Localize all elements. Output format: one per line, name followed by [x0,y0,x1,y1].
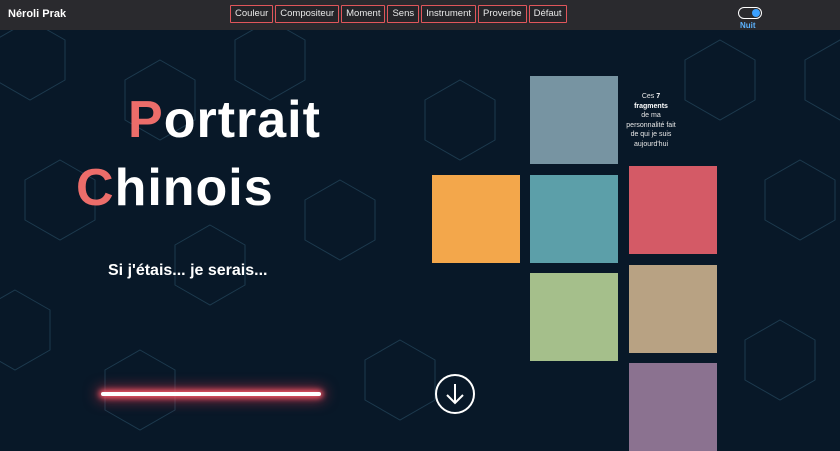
fragment-tile-orange[interactable] [432,175,520,263]
fragment-tile-red[interactable] [629,166,717,254]
title-initial-c: C [76,159,115,217]
glowing-underline [101,392,321,396]
nav-button-compositeur[interactable]: Compositeur [275,5,340,23]
category-nav: Couleur Compositeur Moment Sens Instrume… [230,5,567,23]
caption-fragments-word: fragments [634,102,668,110]
top-navigation-bar: Néroli Prak Couleur Compositeur Moment S… [0,0,840,30]
caption-count: 7 [656,93,661,100]
fragment-tile-teal[interactable] [530,175,618,263]
nav-button-couleur[interactable]: Couleur [230,5,274,23]
title-rest-portrait: ortrait [163,91,321,149]
night-mode-toggle[interactable] [738,7,762,19]
fragments-caption: Ces 7 fragments de ma personnalité fait … [626,92,676,149]
fragment-tile-slate[interactable] [530,76,618,164]
caption-rest: de ma personnalité fait de qui je suis a… [626,112,676,148]
nav-button-defaut[interactable]: Défaut [528,5,567,23]
hero-subtitle: Si j'étais... je serais... [108,262,268,279]
nav-button-sens[interactable]: Sens [387,5,420,23]
fragment-tile-mauve[interactable] [629,363,717,451]
fragment-tile-tan[interactable] [629,265,717,353]
caption-prefix: Ces [641,93,655,100]
toggle-knob [752,8,760,17]
nav-button-instrument[interactable]: Instrument [421,5,477,23]
night-mode-label: Nuit [740,21,756,30]
title-rest-chinois: hinois [114,159,274,217]
title-initial-p: P [128,91,164,149]
brand-name[interactable]: Néroli Prak [8,8,66,20]
title-line-portrait: Portrait [128,94,321,146]
nav-button-proverbe[interactable]: Proverbe [478,5,527,23]
scroll-down-button[interactable] [435,374,475,414]
nav-button-moment[interactable]: Moment [341,5,386,23]
title-line-chinois: Chinois [76,162,274,214]
arrow-down-circle-icon [446,384,464,405]
fragment-tile-green[interactable] [530,273,618,361]
